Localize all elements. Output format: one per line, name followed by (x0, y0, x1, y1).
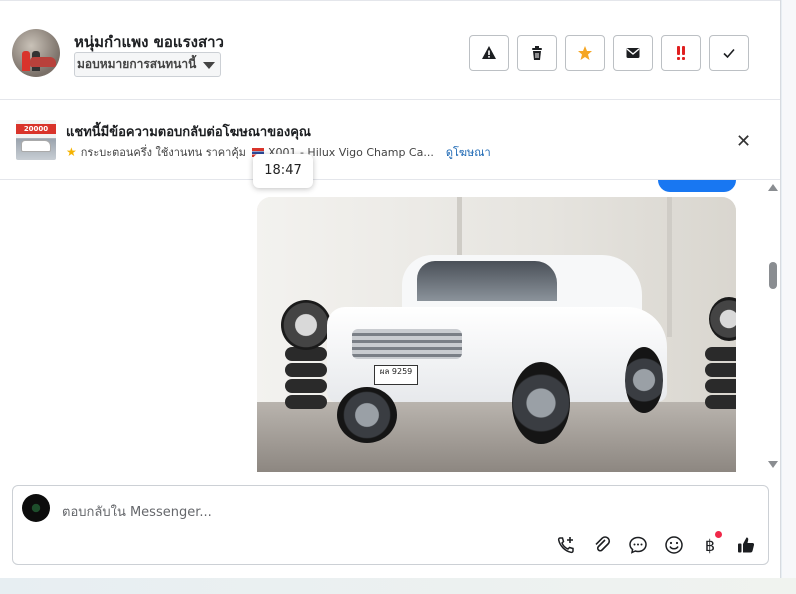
composer-tools: ฿ (554, 531, 758, 557)
conversation-header: หนุ่มกำแพง ขอแรงสาว มอบหมายการสนทนานี้ (0, 0, 780, 100)
message-photo[interactable]: ผล 9259 (257, 197, 736, 472)
payment-icon[interactable]: ฿ (698, 531, 722, 557)
follow-up-button[interactable] (661, 35, 701, 71)
photo-front-wheel (512, 362, 570, 444)
ad-banner-title: แชทนี้มีข้อความตอบกลับต่อโฆษณาของคุณ (66, 125, 311, 140)
conversation-panel: หนุ่มกำแพง ขอแรงสาว มอบหมายการสนทนานี้ 2… (0, 0, 781, 578)
photo-tire-stack (705, 347, 736, 361)
photo-grille (352, 329, 462, 359)
contact-name[interactable]: หนุ่มกำแพง ขอแรงสาว (74, 30, 224, 54)
scroll-down-arrow[interactable] (768, 461, 778, 468)
star-icon: ★ (66, 145, 77, 159)
photo-floor (257, 402, 736, 472)
scroll-up-arrow[interactable] (768, 184, 778, 191)
like-icon[interactable] (734, 533, 758, 557)
emoji-icon[interactable] (662, 533, 686, 557)
exclamation-icon (677, 46, 685, 60)
photo-tire-stack (285, 379, 327, 393)
warning-icon (482, 46, 496, 59)
view-ad-link[interactable]: ดูโฆษณา (446, 143, 491, 161)
attach-icon[interactable] (590, 533, 614, 557)
ad-thumbnail-price: 20000 (16, 124, 56, 134)
reply-input[interactable]: ตอบกลับใน Messenger... (62, 501, 212, 522)
message-time-tooltip: 18:47 (253, 154, 313, 188)
trash-icon (532, 46, 542, 60)
ad-description: กระบะตอนครึ่ง ใช้งานทน ราคาคุ้ม (80, 146, 246, 159)
photo-tire-stack (705, 363, 736, 377)
contact-avatar[interactable] (12, 29, 60, 77)
photo-tire-stack (285, 363, 327, 377)
report-spam-button[interactable] (469, 35, 509, 71)
mark-unread-button[interactable] (613, 35, 653, 71)
notification-dot (715, 531, 722, 538)
envelope-icon (626, 48, 640, 58)
avatar-figure (22, 51, 30, 71)
photo-rear-wheel (625, 347, 663, 413)
window-bottom-edge (0, 578, 796, 594)
avatar-car (30, 57, 56, 67)
check-icon (723, 48, 735, 59)
saved-replies-icon[interactable] (626, 533, 650, 557)
photo-pipe (667, 197, 672, 337)
header-actions (469, 35, 749, 71)
assign-conversation-dropdown[interactable]: มอบหมายการสนทนานี้ (74, 52, 222, 77)
star-icon (578, 46, 592, 60)
window-edge (782, 0, 796, 578)
photo-front-wheel (337, 387, 397, 443)
photo-tire-stack (705, 379, 736, 393)
star-button[interactable] (565, 35, 605, 71)
call-icon[interactable] (554, 533, 578, 557)
chevron-down-icon (203, 62, 216, 69)
ad-thumbnail[interactable]: 20000 (16, 120, 56, 160)
page-avatar (22, 494, 50, 522)
photo-tire-stack (705, 395, 736, 409)
photo-wheel (281, 300, 331, 350)
scrollbar-thumb[interactable] (769, 262, 777, 289)
reply-composer[interactable]: ตอบกลับใน Messenger... ฿ (12, 485, 769, 565)
photo-windshield (417, 261, 557, 301)
ad-thumbnail-car (21, 140, 51, 152)
delete-button[interactable] (517, 35, 557, 71)
message-thread: ผล 9259 (0, 180, 780, 472)
photo-tire-stack (285, 395, 327, 409)
mark-done-button[interactable] (709, 35, 749, 71)
assign-label: มอบหมายการสนทนานี้ (77, 57, 197, 71)
close-icon[interactable]: ✕ (736, 131, 751, 152)
baht-glyph: ฿ (704, 535, 716, 555)
sent-message-bubble[interactable] (658, 180, 736, 192)
photo-license-plate: ผล 9259 (374, 365, 418, 385)
